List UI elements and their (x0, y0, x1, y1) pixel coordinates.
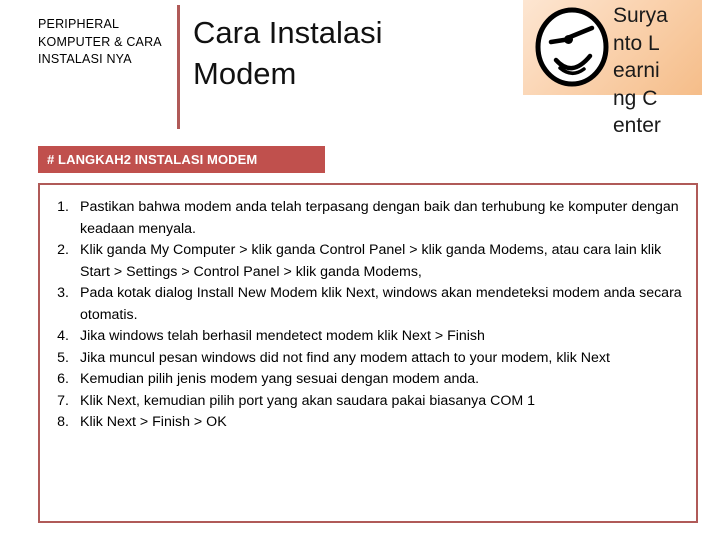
list-item: 1. Pastikan bahwa modem anda telah terpas… (50, 197, 688, 240)
page-title: Cara Instalasi Modem (193, 15, 383, 91)
step-text: Pada kotak dialog Install New Modem klik… (80, 285, 682, 323)
step-number: 5. (57, 349, 69, 366)
step-number: 6. (57, 371, 69, 387)
list-item: 6. Kemudian pilih jenis modem yang sesuai… (50, 369, 688, 391)
winking-smiley-face-icon (534, 6, 610, 88)
step-text: Pastikan bahwa modem anda telah terpasan… (80, 199, 679, 237)
list-item: 3. Pada kotak dialog Install New Modem kl… (50, 283, 688, 326)
list-item: 5. Jika muncul pesan windows did not find… (50, 348, 688, 370)
list-item: 7. Klik Next, kemudian pilih port yang ak… (50, 391, 688, 413)
step-number: 4. (57, 328, 69, 344)
step-number: 8. (57, 414, 69, 430)
step-number: 7. (57, 392, 69, 409)
slide-kicker: PERIPHERAL KOMPUTER & CARA INSTALASI NYA (38, 17, 162, 66)
instruction-step-list: 1. Pastikan bahwa modem anda telah terpas… (50, 197, 688, 434)
title-divider-rule (177, 5, 180, 129)
step-text: Jika windows telah berhasil mendetect mo… (80, 328, 485, 344)
list-item: 2. Klik ganda My Computer > klik ganda Co… (50, 240, 688, 283)
step-number: 1. (57, 199, 69, 215)
slide-canvas: PERIPHERAL KOMPUTER & CARA INSTALASI NYA… (0, 0, 720, 540)
section-banner: # LANGKAH2 INSTALASI MODEM (38, 146, 325, 173)
step-text: Kemudian pilih jenis modem yang sesuai d… (80, 371, 480, 387)
logo-wordmark: Suryanto Learning Center (613, 4, 668, 137)
step-text: Jika muncul pesan windows did not find a… (80, 349, 610, 366)
steps-content-box: 1. Pastikan bahwa modem anda telah terpas… (38, 183, 698, 523)
step-number: 3. (57, 285, 69, 301)
step-text: Klik Next, kemudian pilih port yang akan… (80, 392, 536, 409)
step-text: Klik Next > Finish > OK (80, 414, 227, 430)
step-number: 2. (57, 242, 69, 258)
list-item: 8. Klik Next > Finish > OK (50, 412, 688, 434)
step-text: Klik ganda My Computer > klik ganda Cont… (80, 242, 662, 280)
list-item: 4. Jika windows telah berhasil mendetect … (50, 326, 688, 348)
